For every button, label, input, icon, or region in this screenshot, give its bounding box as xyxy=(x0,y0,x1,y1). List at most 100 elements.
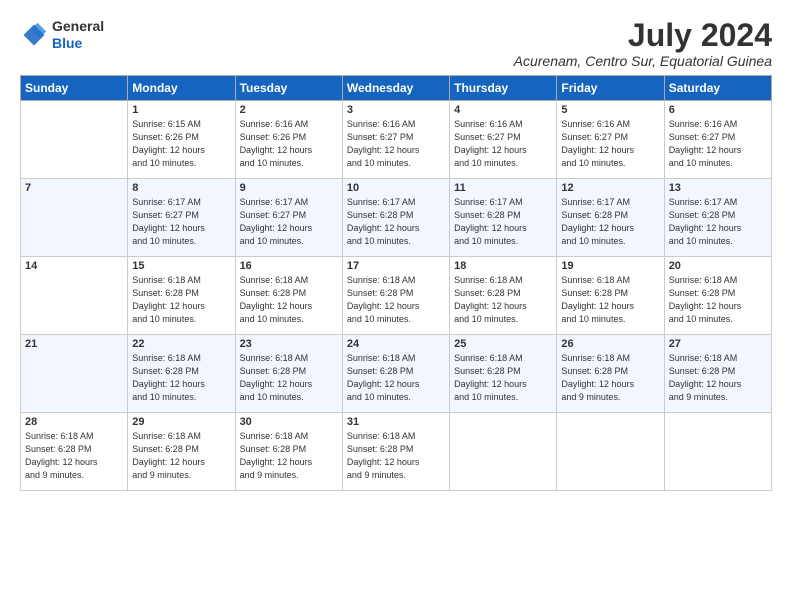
day-info: Sunrise: 6:16 AM Sunset: 6:27 PM Dayligh… xyxy=(454,118,552,170)
col-sunday: Sunday xyxy=(21,76,128,101)
calendar-cell: 28 Sunrise: 6:18 AM Sunset: 6:28 PM Dayli… xyxy=(21,413,128,491)
day-info: Sunrise: 6:16 AM Sunset: 6:27 PM Dayligh… xyxy=(669,118,767,170)
calendar-cell: 19Sunrise: 6:18 AM Sunset: 6:28 PM Dayli… xyxy=(557,257,664,335)
day-number: 28 xyxy=(25,416,123,428)
calendar-cell: 17 Sunrise: 6:18 AM Sunset: 6:28 PM Dayli… xyxy=(342,257,449,335)
day-info: Sunrise: 6:18 AM Sunset: 6:28 PM Dayligh… xyxy=(561,274,659,326)
calendar-cell: 12 Sunrise: 6:17 AM Sunset: 6:28 PM Dayli… xyxy=(557,179,664,257)
day-number: 13 xyxy=(669,182,767,194)
day-number: 22 xyxy=(132,338,230,350)
calendar-cell: 27 Sunrise: 6:18 AM Sunset: 6:28 PM Dayli… xyxy=(664,335,771,413)
location-subtitle: Acurenam, Centro Sur, Equatorial Guinea xyxy=(514,53,772,69)
calendar-cell: 15 Sunrise: 6:18 AM Sunset: 6:28 PM Dayli… xyxy=(128,257,235,335)
day-info: Sunrise: 6:17 AM Sunset: 6:27 PM Dayligh… xyxy=(132,196,230,248)
day-info: Sunrise: 6:18 AM Sunset: 6:28 PM Dayligh… xyxy=(669,274,767,326)
day-number: 20 xyxy=(669,260,767,272)
logo: General Blue xyxy=(20,18,104,52)
day-number: 30 xyxy=(240,416,338,428)
day-info: Sunrise: 6:17 AM Sunset: 6:28 PM Dayligh… xyxy=(669,196,767,248)
day-info: Sunrise: 6:16 AM Sunset: 6:26 PM Dayligh… xyxy=(240,118,338,170)
calendar-page: General Blue July 2024 Acurenam, Centro … xyxy=(0,0,792,612)
day-number: 7 xyxy=(25,182,123,194)
day-number: 29 xyxy=(132,416,230,428)
calendar-cell: 30 Sunrise: 6:18 AM Sunset: 6:28 PM Dayli… xyxy=(235,413,342,491)
day-number: 24 xyxy=(347,338,445,350)
calendar-cell xyxy=(557,413,664,491)
day-number: 14 xyxy=(25,260,123,272)
calendar-cell: 6 Sunrise: 6:16 AM Sunset: 6:27 PM Daylig… xyxy=(664,101,771,179)
calendar-cell: 22 Sunrise: 6:18 AM Sunset: 6:28 PM Dayli… xyxy=(128,335,235,413)
logo-icon xyxy=(20,21,48,49)
day-number: 16 xyxy=(240,260,338,272)
day-number: 12 xyxy=(561,182,659,194)
calendar-cell: 4 Sunrise: 6:16 AM Sunset: 6:27 PM Daylig… xyxy=(450,101,557,179)
day-info: Sunrise: 6:16 AM Sunset: 6:27 PM Dayligh… xyxy=(347,118,445,170)
day-info: Sunrise: 6:17 AM Sunset: 6:27 PM Dayligh… xyxy=(240,196,338,248)
calendar-cell: 5 Sunrise: 6:16 AM Sunset: 6:27 PM Daylig… xyxy=(557,101,664,179)
day-number: 5 xyxy=(561,104,659,116)
logo-general: General xyxy=(52,18,104,34)
calendar-cell: 16Sunrise: 6:18 AM Sunset: 6:28 PM Dayli… xyxy=(235,257,342,335)
day-info: Sunrise: 6:18 AM Sunset: 6:28 PM Dayligh… xyxy=(240,430,338,482)
day-number: 21 xyxy=(25,338,123,350)
calendar-cell: 20 Sunrise: 6:18 AM Sunset: 6:28 PM Dayli… xyxy=(664,257,771,335)
day-number: 23 xyxy=(240,338,338,350)
day-info: Sunrise: 6:18 AM Sunset: 6:28 PM Dayligh… xyxy=(347,274,445,326)
day-info: Sunrise: 6:16 AM Sunset: 6:27 PM Dayligh… xyxy=(561,118,659,170)
day-info: Sunrise: 6:18 AM Sunset: 6:28 PM Dayligh… xyxy=(454,352,552,404)
day-number: 11 xyxy=(454,182,552,194)
day-info: Sunrise: 6:18 AM Sunset: 6:28 PM Dayligh… xyxy=(669,352,767,404)
day-number: 17 xyxy=(347,260,445,272)
day-number: 18 xyxy=(454,260,552,272)
day-info: Sunrise: 6:18 AM Sunset: 6:28 PM Dayligh… xyxy=(240,352,338,404)
calendar-cell xyxy=(664,413,771,491)
calendar-week-5: 28 Sunrise: 6:18 AM Sunset: 6:28 PM Dayli… xyxy=(21,413,772,491)
day-info: Sunrise: 6:18 AM Sunset: 6:28 PM Dayligh… xyxy=(454,274,552,326)
day-info: Sunrise: 6:18 AM Sunset: 6:28 PM Dayligh… xyxy=(132,352,230,404)
calendar-cell: 10 Sunrise: 6:17 AM Sunset: 6:28 PM Dayli… xyxy=(342,179,449,257)
day-info: Sunrise: 6:18 AM Sunset: 6:28 PM Dayligh… xyxy=(132,430,230,482)
day-info: Sunrise: 6:18 AM Sunset: 6:28 PM Dayligh… xyxy=(347,430,445,482)
day-info: Sunrise: 6:18 AM Sunset: 6:28 PM Dayligh… xyxy=(132,274,230,326)
day-info: Sunrise: 6:17 AM Sunset: 6:28 PM Dayligh… xyxy=(454,196,552,248)
day-info: Sunrise: 6:18 AM Sunset: 6:28 PM Dayligh… xyxy=(561,352,659,404)
calendar-cell: 3Sunrise: 6:16 AM Sunset: 6:27 PM Daylig… xyxy=(342,101,449,179)
day-number: 9 xyxy=(240,182,338,194)
calendar-cell: 24 Sunrise: 6:18 AM Sunset: 6:28 PM Dayli… xyxy=(342,335,449,413)
day-info: Sunrise: 6:18 AM Sunset: 6:28 PM Dayligh… xyxy=(25,430,123,482)
calendar-cell: 1Sunrise: 6:15 AM Sunset: 6:26 PM Daylig… xyxy=(128,101,235,179)
day-number: 31 xyxy=(347,416,445,428)
month-year-title: July 2024 xyxy=(514,18,772,53)
calendar-cell: 18 Sunrise: 6:18 AM Sunset: 6:28 PM Dayli… xyxy=(450,257,557,335)
day-number: 10 xyxy=(347,182,445,194)
day-info: Sunrise: 6:17 AM Sunset: 6:28 PM Dayligh… xyxy=(561,196,659,248)
calendar-cell: 23 Sunrise: 6:18 AM Sunset: 6:28 PM Dayli… xyxy=(235,335,342,413)
day-number: 27 xyxy=(669,338,767,350)
calendar-cell: 21 xyxy=(21,335,128,413)
col-thursday: Thursday xyxy=(450,76,557,101)
header: General Blue July 2024 Acurenam, Centro … xyxy=(20,18,772,69)
calendar-cell: 2Sunrise: 6:16 AM Sunset: 6:26 PM Daylig… xyxy=(235,101,342,179)
calendar-table: Sunday Monday Tuesday Wednesday Thursday… xyxy=(20,75,772,491)
calendar-cell: 7 xyxy=(21,179,128,257)
day-info: Sunrise: 6:18 AM Sunset: 6:28 PM Dayligh… xyxy=(347,352,445,404)
calendar-cell: 14 xyxy=(21,257,128,335)
day-info: Sunrise: 6:15 AM Sunset: 6:26 PM Dayligh… xyxy=(132,118,230,170)
header-row: Sunday Monday Tuesday Wednesday Thursday… xyxy=(21,76,772,101)
day-number: 6 xyxy=(669,104,767,116)
day-number: 8 xyxy=(132,182,230,194)
day-number: 15 xyxy=(132,260,230,272)
calendar-cell: 11 Sunrise: 6:17 AM Sunset: 6:28 PM Dayli… xyxy=(450,179,557,257)
calendar-week-4: 21 22 Sunrise: 6:18 AM Sunset: 6:28 PM Day… xyxy=(21,335,772,413)
day-number: 26 xyxy=(561,338,659,350)
col-tuesday: Tuesday xyxy=(235,76,342,101)
day-info: Sunrise: 6:17 AM Sunset: 6:28 PM Dayligh… xyxy=(347,196,445,248)
calendar-cell: 8 Sunrise: 6:17 AM Sunset: 6:27 PM Daylig… xyxy=(128,179,235,257)
calendar-cell: 13 Sunrise: 6:17 AM Sunset: 6:28 PM Dayli… xyxy=(664,179,771,257)
title-section: July 2024 Acurenam, Centro Sur, Equatori… xyxy=(514,18,772,69)
col-monday: Monday xyxy=(128,76,235,101)
day-number: 4 xyxy=(454,104,552,116)
calendar-week-2: 78 Sunrise: 6:17 AM Sunset: 6:27 PM Dayli… xyxy=(21,179,772,257)
calendar-cell xyxy=(450,413,557,491)
calendar-week-1: 1Sunrise: 6:15 AM Sunset: 6:26 PM Daylig… xyxy=(21,101,772,179)
